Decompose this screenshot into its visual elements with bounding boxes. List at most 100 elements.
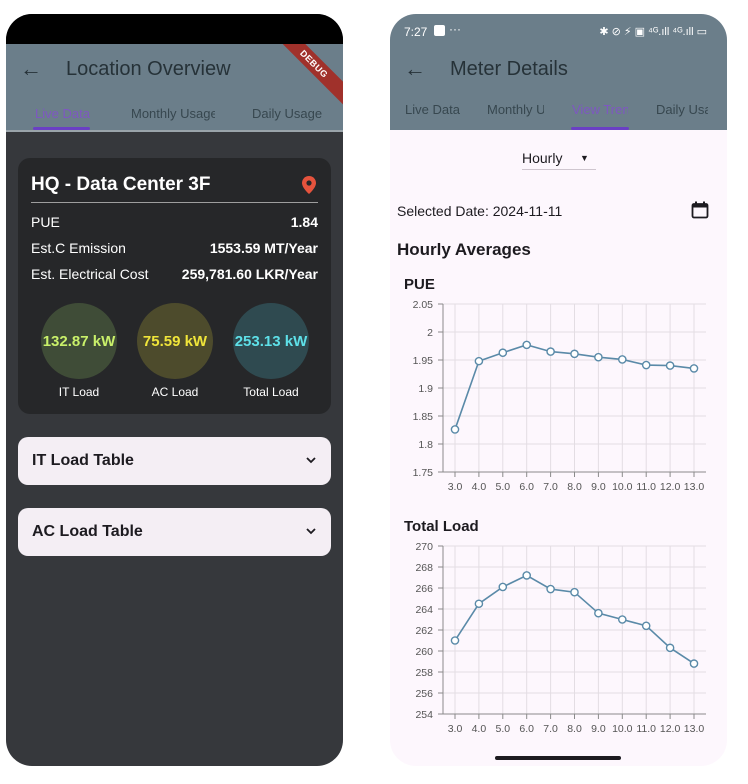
data-point[interactable] <box>498 348 508 358</box>
data-point[interactable] <box>689 364 699 373</box>
pue-label: PUE <box>31 214 60 230</box>
x-tick-label: 7.0 <box>543 481 558 493</box>
status-bar <box>6 14 343 44</box>
home-indicator <box>495 756 621 760</box>
x-tick-label: 12.0 <box>660 481 681 493</box>
expander-label: AC Load Table <box>32 523 143 540</box>
data-point[interactable] <box>617 615 627 624</box>
selected-date: Selected Date: 2024-11-11 <box>397 203 563 219</box>
data-point[interactable] <box>546 347 555 356</box>
right-phone-screen: 7:27 ··· ✱ ⊘ ⚡ ▣ ⁴ᴳ.ıll ⁴ᴳ.ıll ▭ ← Meter… <box>390 14 727 766</box>
total-load-line-chart: 254 256 258 260 262 264 266 268 270 3.0 4.0 5.0 6.0 7… <box>415 541 706 735</box>
data-point[interactable] <box>617 355 627 364</box>
tab-monthly-usage[interactable]: Monthly Usage <box>487 102 544 117</box>
tab-daily-usage[interactable]: Daily Usage <box>252 106 332 121</box>
data-point[interactable] <box>498 582 508 592</box>
data-point[interactable] <box>474 356 484 366</box>
x-tick-label: 13.0 <box>684 723 705 735</box>
chart-title: Total Load <box>404 518 479 535</box>
tab-divider <box>6 130 343 132</box>
y-tick-label: 260 <box>415 646 433 658</box>
x-tick-label: 4.0 <box>472 723 487 735</box>
page-title: Location Overview <box>66 58 231 80</box>
cost-value: 259,781.60 LKR/Year <box>181 266 318 282</box>
total-load-value: 253.13 kW <box>234 333 308 350</box>
chevron-down-icon[interactable] <box>305 525 317 537</box>
expander-label: IT Load Table <box>32 452 134 469</box>
x-tick-label: 10.0 <box>612 723 633 735</box>
total-load-label: Total Load <box>243 385 299 399</box>
y-tick-label: 266 <box>415 583 433 595</box>
data-point[interactable] <box>522 340 531 350</box>
data-point[interactable] <box>665 643 675 653</box>
data-point[interactable] <box>522 571 531 580</box>
emission-value: 1553.59 MT/Year <box>209 240 318 256</box>
chevron-down-icon[interactable] <box>305 454 317 466</box>
interval-dropdown[interactable]: Hourly ▼ <box>522 148 596 170</box>
data-point[interactable] <box>641 621 651 631</box>
x-tick-label: 3.0 <box>448 723 463 735</box>
location-pin-icon[interactable] <box>302 176 316 194</box>
ac-load-value: 75.59 kW <box>142 333 208 350</box>
tab-live-data[interactable]: Live Data <box>35 106 105 121</box>
x-tick-label: 6.0 <box>519 723 534 735</box>
data-point[interactable] <box>641 360 651 370</box>
ac-load-label: AC Load <box>151 385 199 399</box>
tab-daily-usage[interactable]: Daily Usage <box>656 102 708 117</box>
card-divider <box>31 202 318 203</box>
tab-bar: Live Data Monthly Usage Daily Usage <box>6 98 343 130</box>
x-tick-label: 5.0 <box>495 481 510 493</box>
y-tick-label: 1.95 <box>413 355 434 367</box>
y-tick-label: 262 <box>415 625 433 637</box>
x-tick-label: 4.0 <box>472 481 487 493</box>
x-tick-label: 13.0 <box>684 481 705 493</box>
y-tick-label: 1.75 <box>413 467 434 479</box>
section-heading: Hourly Averages <box>397 240 531 259</box>
data-point[interactable] <box>450 636 460 645</box>
data-point[interactable] <box>594 608 603 618</box>
y-tick-label: 256 <box>415 688 433 700</box>
status-indicators: ✱ ⊘ ⚡ ▣ ⁴ᴳ.ıll ⁴ᴳ.ıll ▭ <box>599 26 707 38</box>
x-tick-label: 9.0 <box>591 723 606 735</box>
data-point[interactable] <box>450 425 460 434</box>
emission-label: Est.C Emission <box>31 240 126 256</box>
x-tick-label: 11.0 <box>636 723 656 735</box>
tab-bar: Live Data Monthly Usage View Trends Dail… <box>390 98 727 130</box>
dropdown-caret-icon: ▼ <box>580 153 589 163</box>
pue-line-chart: 1.75 1.8 1.85 1.9 1.95 2 2.05 3.0 4.0 5.0 6.0 7.0 8.… <box>413 299 706 493</box>
data-point[interactable] <box>570 349 579 359</box>
data-point[interactable] <box>594 352 603 362</box>
it-load-label: IT Load <box>58 385 100 399</box>
y-tick-label: 258 <box>415 667 433 679</box>
data-point[interactable] <box>546 584 555 594</box>
y-tick-label: 2.05 <box>413 299 434 311</box>
data-point[interactable] <box>665 361 675 370</box>
x-tick-label: 3.0 <box>448 481 463 493</box>
it-load-table-expander[interactable]: IT Load Table <box>18 437 331 485</box>
y-tick-label: 1.8 <box>418 439 433 451</box>
tab-monthly-usage[interactable]: Monthly Usage <box>131 106 215 121</box>
it-load-value: 132.87 kW <box>42 333 116 350</box>
pue-value: 1.84 <box>290 214 318 230</box>
notification-icon <box>434 25 445 36</box>
calendar-icon[interactable] <box>691 201 709 219</box>
status-time: 7:27 <box>404 25 428 39</box>
app-bar: ← Location Overview DEBUG Live Data Mont… <box>6 44 343 130</box>
cost-label: Est. Electrical Cost <box>31 266 149 282</box>
x-tick-label: 10.0 <box>612 481 633 493</box>
back-arrow-icon[interactable]: ← <box>404 56 426 82</box>
location-summary-card: HQ - Data Center 3F PUE 1.84 Est.C Emiss… <box>18 158 331 414</box>
back-arrow-icon[interactable]: ← <box>20 56 42 82</box>
data-point[interactable] <box>474 599 484 609</box>
y-tick-label: 2 <box>427 327 433 339</box>
ac-load-table-expander[interactable]: AC Load Table <box>18 508 331 556</box>
x-tick-label: 8.0 <box>567 723 582 735</box>
dropdown-value: Hourly <box>522 150 563 166</box>
data-point[interactable] <box>689 659 699 668</box>
tab-live-data[interactable]: Live Data <box>405 102 465 117</box>
x-tick-label: 12.0 <box>660 723 681 735</box>
data-point[interactable] <box>570 587 579 597</box>
x-tick-label: 7.0 <box>543 723 558 735</box>
tab-view-trends[interactable]: View Trends <box>572 102 628 117</box>
location-name: HQ - Data Center 3F <box>31 174 211 195</box>
